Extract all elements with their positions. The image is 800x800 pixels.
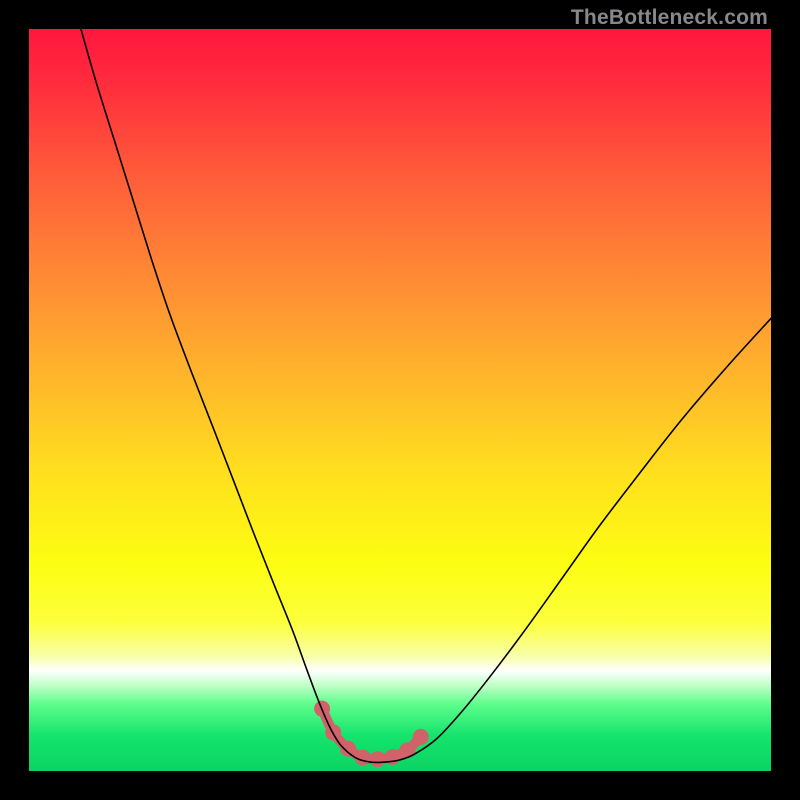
bottom-marker-dot xyxy=(355,750,371,766)
bottleneck-curve xyxy=(81,29,771,763)
bottom-marker-dot xyxy=(340,741,356,757)
bottom-marker-dot xyxy=(370,751,386,767)
bottom-marker-dots xyxy=(314,701,429,767)
bottom-marker-dot xyxy=(413,729,429,745)
plot-area xyxy=(29,29,771,771)
chart-frame: TheBottleneck.com xyxy=(0,0,800,800)
watermark-text: TheBottleneck.com xyxy=(571,6,768,30)
curve-layer xyxy=(29,29,771,771)
